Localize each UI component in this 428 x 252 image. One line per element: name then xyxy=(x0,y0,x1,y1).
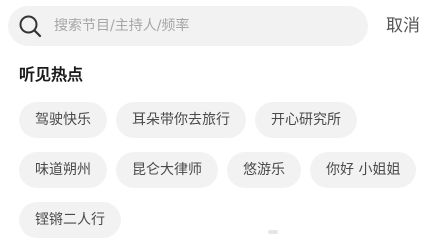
hot-topic-chip[interactable]: 耳朵带你去旅行 xyxy=(116,102,246,138)
chip-row: 驾驶快乐 耳朵带你去旅行 开心研究所 xyxy=(19,102,424,138)
search-bar[interactable] xyxy=(8,6,368,46)
chip-row: 味道朔州 昆仑大律师 悠游乐 你好 小姐姐 xyxy=(19,152,424,188)
hot-topic-chip[interactable]: 你好 小姐姐 xyxy=(310,152,417,188)
cancel-button[interactable]: 取消 xyxy=(386,14,420,38)
hot-topic-chip[interactable]: 悠游乐 xyxy=(227,152,301,188)
scroll-indicator xyxy=(268,230,278,234)
hot-topics-list: 驾驶快乐 耳朵带你去旅行 开心研究所 味道朔州 昆仑大律师 悠游乐 你好 小姐姐… xyxy=(19,102,424,252)
search-icon xyxy=(18,14,42,38)
hot-topic-chip[interactable]: 铿锵二人行 xyxy=(19,202,121,238)
search-input[interactable] xyxy=(54,18,354,34)
hot-topic-chip[interactable]: 味道朔州 xyxy=(19,152,107,188)
hot-topic-chip[interactable]: 昆仑大律师 xyxy=(116,152,218,188)
section-title: 听见热点 xyxy=(19,65,84,84)
chip-row: 铿锵二人行 xyxy=(19,202,424,238)
hot-topic-chip[interactable]: 驾驶快乐 xyxy=(19,102,107,138)
hot-topic-chip[interactable]: 开心研究所 xyxy=(255,102,357,138)
